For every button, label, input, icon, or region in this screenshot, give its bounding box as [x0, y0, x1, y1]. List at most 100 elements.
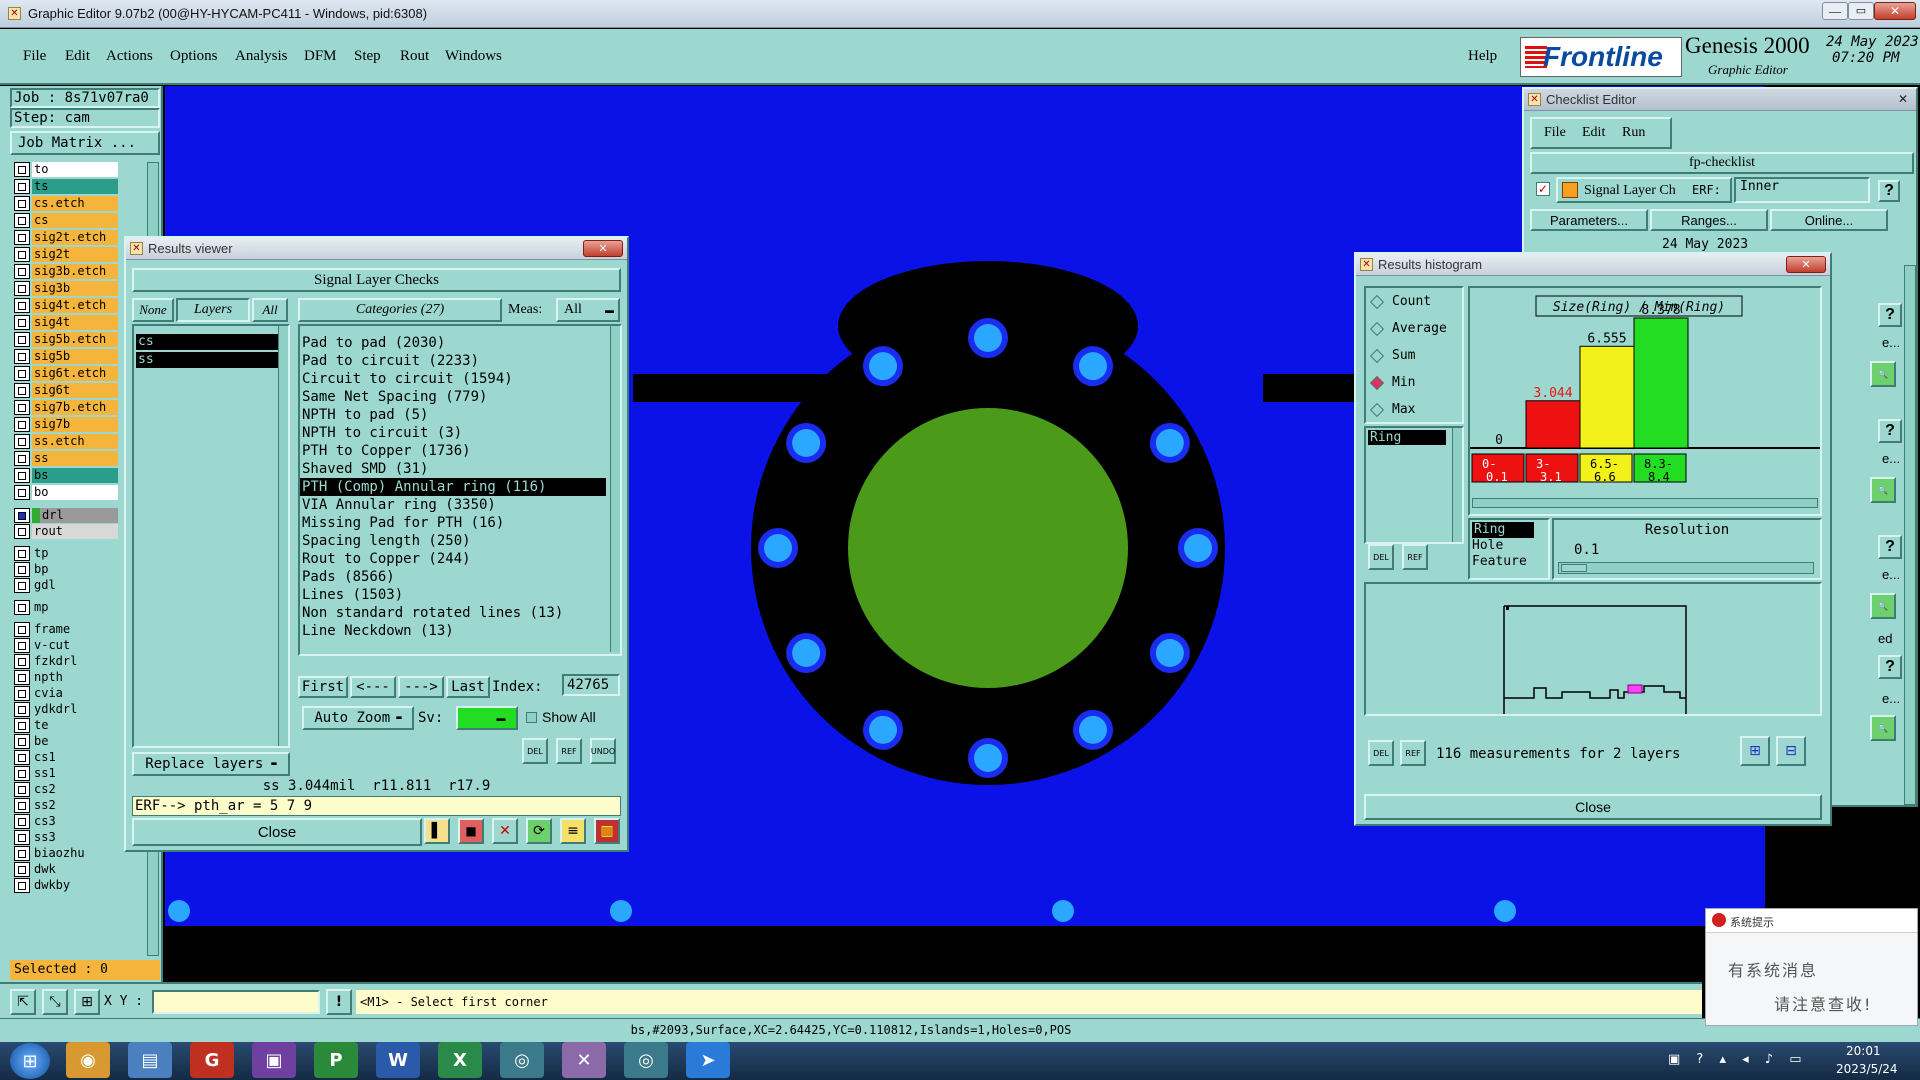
layer-row[interactable]: ss — [14, 451, 130, 466]
radio-diamond-icon[interactable] — [1369, 375, 1385, 390]
option-min[interactable]: Min — [1366, 369, 1462, 396]
minimize-button[interactable]: — — [1822, 2, 1848, 20]
help-button[interactable]: ? — [1878, 655, 1902, 679]
option-count[interactable]: Count — [1366, 288, 1462, 315]
layer-row[interactable]: sig5b.etch — [14, 332, 130, 347]
layer-name[interactable]: cs.etch — [32, 196, 118, 211]
taskbar-send-icon[interactable]: ➤ — [686, 1042, 730, 1078]
auto-zoom-select[interactable]: Auto Zoom ▬ — [302, 706, 414, 730]
close-icon[interactable]: ✕ — [1894, 92, 1912, 108]
categories-listbox[interactable]: Pad to pad (2030) Pad to circuit (2233) Ci… — [298, 324, 622, 656]
layer-name[interactable]: bs — [32, 468, 118, 483]
radio-diamond-icon[interactable] — [1369, 348, 1385, 363]
layer-name[interactable]: sig7b.etch — [32, 400, 118, 415]
layer-checkbox[interactable] — [14, 718, 30, 733]
option-average[interactable]: Average — [1366, 315, 1462, 342]
layer-checkbox[interactable] — [14, 264, 30, 279]
taskbar-word-icon[interactable]: W — [376, 1042, 420, 1078]
category-item[interactable]: Pads (8566) — [300, 568, 620, 586]
layer-name[interactable]: be — [32, 734, 118, 749]
layer-checkbox[interactable] — [14, 546, 30, 561]
layer-checkbox[interactable] — [14, 434, 30, 449]
refresh-icon[interactable]: ⟳ — [526, 818, 552, 844]
taskbar-save-icon[interactable]: ▣ — [252, 1042, 296, 1078]
layer-name[interactable]: sig3b — [32, 281, 118, 296]
layer-row[interactable]: sig4t.etch — [14, 298, 130, 313]
close-button[interactable]: Close — [1364, 794, 1822, 820]
layer-name[interactable]: tp — [32, 546, 118, 561]
layer-checkbox[interactable] — [14, 315, 30, 330]
layer-row[interactable]: bo — [14, 485, 130, 500]
layer-row[interactable]: v-cut — [14, 638, 130, 653]
menu-help[interactable]: Help — [1468, 48, 1497, 65]
layer-row[interactable]: sig7b.etch — [14, 400, 130, 415]
layer-row[interactable]: sig2t — [14, 247, 130, 262]
layer-row[interactable]: sig7b — [14, 417, 130, 432]
layer-name[interactable]: sig5b — [32, 349, 118, 364]
layer-name[interactable]: ts — [32, 179, 118, 194]
feature-listbox[interactable]: Ring Hole Feature — [1468, 518, 1550, 580]
layer-row[interactable]: sig3b — [14, 281, 130, 296]
layer-name[interactable]: gdl — [32, 578, 118, 593]
clear-marks-icon[interactable]: ✕ — [492, 818, 518, 844]
checklist-menu-edit[interactable]: Edit — [1582, 125, 1605, 141]
layer-name[interactable]: sig2t — [32, 247, 118, 262]
taskbar-app-icon[interactable]: G — [190, 1042, 234, 1078]
list-item-ring[interactable]: Ring — [1368, 430, 1446, 445]
layer-row[interactable]: sig4t — [14, 315, 130, 330]
prev-button[interactable]: <--- — [350, 676, 396, 698]
parameters-button[interactable]: Parameters... — [1530, 209, 1648, 231]
layer-name[interactable]: sig2t.etch — [32, 230, 118, 245]
layer-row[interactable]: dwk — [14, 862, 130, 877]
close-button[interactable]: ✕ — [1874, 2, 1916, 20]
layer-name[interactable]: sig4t — [32, 315, 118, 330]
zoom-icon[interactable]: 🔍 — [1870, 361, 1896, 387]
layer-row[interactable]: ts — [14, 179, 130, 194]
layers-listbox[interactable]: cs ss — [132, 324, 290, 748]
layer-row[interactable]: be — [14, 734, 130, 749]
category-item[interactable]: Circuit to circuit (1594) — [300, 370, 620, 388]
layer-row[interactable]: dwkby — [14, 878, 130, 893]
layer-checkbox[interactable] — [14, 213, 30, 228]
zoom-icon[interactable]: 🔍 — [1870, 593, 1896, 619]
replace-layers-select[interactable]: Replace layers ▬ — [132, 752, 290, 776]
layer-checkbox[interactable] — [14, 734, 30, 749]
sv-color-select[interactable]: ▬ — [456, 706, 518, 730]
close-button[interactable]: Close — [132, 818, 422, 846]
layer-name[interactable]: ss3 — [32, 830, 118, 845]
taskbar-eye-icon[interactable]: ◎ — [500, 1042, 544, 1078]
layer-row[interactable]: frame — [14, 622, 130, 637]
meas-select[interactable]: All ▬ — [556, 298, 620, 322]
next-button[interactable]: ---> — [398, 676, 444, 698]
menu-analysis[interactable]: Analysis — [235, 48, 288, 65]
layer-checkbox[interactable] — [14, 508, 30, 523]
layer-checkbox[interactable] — [14, 638, 30, 653]
layer-name[interactable]: sig6t — [32, 383, 118, 398]
first-button[interactable]: First — [298, 676, 348, 698]
layer-name[interactable]: frame — [32, 622, 118, 637]
menu-dfm[interactable]: DFM — [304, 48, 337, 65]
layer-name[interactable]: to — [32, 162, 118, 177]
job-matrix-button[interactable]: Job Matrix ... — [10, 131, 160, 155]
layer-checkbox[interactable] — [14, 766, 30, 781]
measure-listbox[interactable]: Ring — [1364, 426, 1464, 544]
layer-checkbox[interactable] — [14, 451, 30, 466]
layers-button[interactable]: Layers — [176, 298, 250, 322]
maximize-button[interactable]: ▭ — [1848, 2, 1874, 20]
erf-value[interactable]: Inner — [1734, 177, 1870, 203]
layer-row[interactable]: npth — [14, 670, 130, 685]
layer-checkbox[interactable] — [14, 281, 30, 296]
scrollbar[interactable] — [1452, 428, 1462, 542]
layer-checkbox[interactable] — [14, 417, 30, 432]
export-icon[interactable]: ⊞ — [1740, 736, 1770, 766]
feature-item-feature[interactable]: Feature — [1470, 554, 1548, 570]
layer-checkbox[interactable] — [14, 366, 30, 381]
layer-row[interactable]: gdl — [14, 578, 130, 593]
layer-checkbox[interactable] — [14, 670, 30, 685]
zoom-icon[interactable]: 🔍 — [1870, 477, 1896, 503]
xy-input[interactable] — [152, 990, 320, 1014]
layer-row[interactable]: cvia — [14, 686, 130, 701]
layer-row[interactable]: mp — [14, 600, 130, 615]
layer-row[interactable]: te — [14, 718, 130, 733]
grid-icon[interactable]: ⊞ — [74, 989, 100, 1015]
